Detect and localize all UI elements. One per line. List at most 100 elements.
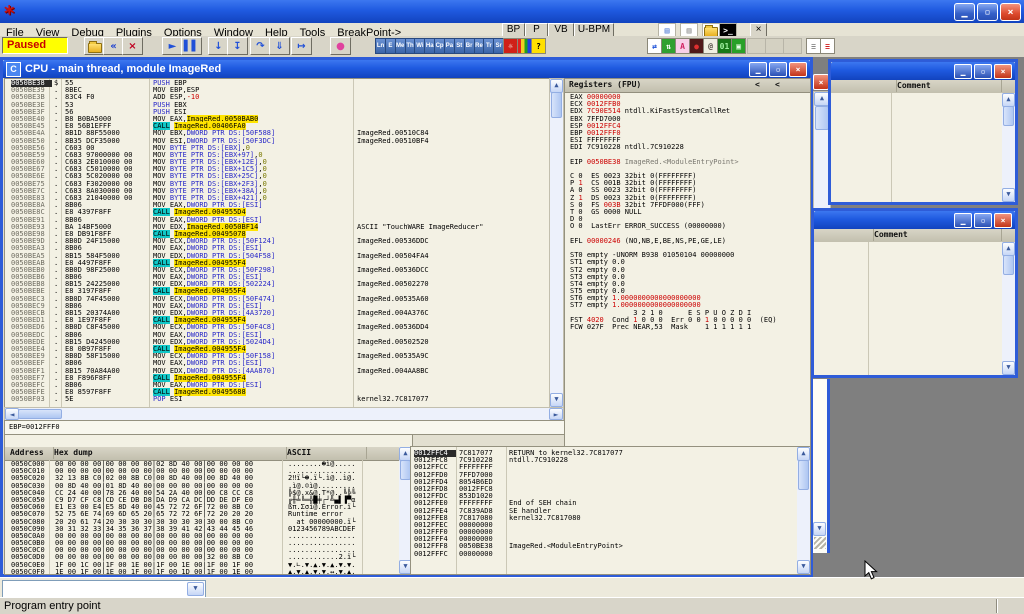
- hexdump-pane[interactable]: Address Hex dump ASCII 0050C00000 00 00 …: [4, 434, 413, 575]
- plugin-button-bp[interactable]: BP: [502, 23, 525, 37]
- scroll-up-icon[interactable]: ▲: [1002, 93, 1015, 107]
- close-button[interactable]: ×: [994, 64, 1012, 79]
- plugin-button-u-bpm[interactable]: U-BPM: [574, 23, 614, 37]
- breakpoint-flag-icon[interactable]: ●: [330, 37, 351, 55]
- window-frame-icon[interactable]: ▣: [731, 38, 746, 54]
- close-button[interactable]: ×: [994, 213, 1012, 228]
- disasm-row[interactable]: 0050BE8C.E8 4397F8FFCALL ImageRed.004955…: [5, 209, 549, 216]
- scroll-up-icon[interactable]: ▲: [797, 447, 810, 461]
- empty-slot-icon[interactable]: [765, 38, 784, 54]
- disasm-row[interactable]: 0050BEFE.E8 8597F8FFCALL ImageRed.004956…: [5, 389, 549, 396]
- restore-button[interactable]: ▫: [977, 3, 998, 21]
- scroll-thumb[interactable]: [815, 106, 829, 130]
- register-line[interactable]: T 0 GS 0000 NULL: [570, 209, 810, 216]
- disasm-row[interactable]: 0050BEE9.8B0D 58F15000MOV ECX,DWORD PTR …: [5, 353, 549, 360]
- execute-till-return-icon[interactable]: ↦: [291, 37, 312, 55]
- log-icon[interactable]: ▥: [680, 23, 698, 37]
- minimize-button[interactable]: ▁: [954, 3, 975, 21]
- register-line[interactable]: EDI 7C910228 ntdll.7C910228: [570, 144, 810, 151]
- animate-over-icon[interactable]: ⇓: [269, 37, 290, 55]
- empty-slot-icon[interactable]: [783, 38, 802, 54]
- scroll-down-icon[interactable]: ▼: [1002, 361, 1015, 375]
- disasm-row[interactable]: 0050BEF7.E8 F896F8FFCALL ImageRed.004955…: [5, 375, 549, 382]
- side-window-top[interactable]: ▁ ▫ × Comment ▲ ▼: [828, 59, 1018, 205]
- gear-icon[interactable]: ☼: [503, 38, 518, 54]
- stack-pane[interactable]: 0012FFC47C817077RETURN to kernel32.7C817…: [410, 446, 811, 575]
- pause-icon[interactable]: ▌▌: [181, 37, 202, 55]
- scroll-thumb[interactable]: [18, 409, 62, 419]
- hexdump-headers[interactable]: Address Hex dump ASCII: [5, 447, 412, 461]
- maximize-button[interactable]: ▫: [974, 213, 992, 228]
- register-line[interactable]: O 0 LastErr ERROR_SUCCESS (00000000): [570, 223, 810, 230]
- scroll-thumb[interactable]: [551, 92, 562, 118]
- maximize-button[interactable]: ▫: [769, 62, 787, 77]
- hardware-break-icon[interactable]: ●: [689, 38, 704, 54]
- stack-row[interactable]: 0012FFFC00000000: [411, 551, 797, 558]
- restart-back-icon[interactable]: «: [103, 37, 124, 55]
- nav-left-icon[interactable]: <: [755, 79, 760, 91]
- help-icon[interactable]: ?: [531, 38, 546, 54]
- stack-scrollbar[interactable]: ▲ ▼: [797, 447, 810, 574]
- open-file-icon[interactable]: [84, 37, 105, 55]
- page-icon[interactable]: ≡: [806, 38, 821, 54]
- disasm-row[interactable]: 0050BED6.8B0D C8F45000MOV ECX,DWORD PTR …: [5, 324, 549, 331]
- command-input[interactable]: ▼: [2, 580, 206, 598]
- cpu-window[interactable]: C CPU - main thread, module ImageRed ▁ ▫…: [0, 57, 813, 577]
- assembler-icon[interactable]: A: [675, 38, 690, 54]
- side-window-middle-scrollbar[interactable]: ▲ ▼: [1002, 242, 1015, 375]
- register-line[interactable]: EFL 00000246 (NO,NB,E,BE,NS,PE,GE,LE): [570, 238, 810, 245]
- plugin-button-p[interactable]: P: [525, 23, 548, 37]
- disasm-row[interactable]: 0050BE9D.8B0D 24F15000MOV ECX,DWORD PTR …: [5, 238, 549, 245]
- maximize-button[interactable]: ▫: [974, 64, 992, 79]
- disasm-row[interactable]: 0050BF03.5EPOP ESIkernel32.7C817077: [5, 396, 549, 403]
- disasm-row[interactable]: 0050BE3B.83C4 F0ADD ESP,-10: [5, 94, 549, 101]
- disasm-row[interactable]: 0050BEC3.8B0D 74F45000MOV ECX,DWORD PTR …: [5, 296, 549, 303]
- disassembly-hscrollbar[interactable]: ◄ ►: [4, 407, 564, 421]
- disasm-row[interactable]: 0050BE3E.53PUSH EBX: [5, 102, 549, 109]
- side-window-middle-titlebar[interactable]: ▁ ▫ ×: [814, 211, 1015, 229]
- close-process-icon[interactable]: ×: [122, 37, 143, 55]
- cpu-window-titlebar[interactable]: C CPU - main thread, module ImageRed ▁ ▫…: [3, 60, 810, 78]
- sync-icon[interactable]: ⇅: [661, 38, 676, 54]
- scroll-down-icon[interactable]: ▼: [813, 522, 826, 536]
- notes-icon[interactable]: ▤: [658, 23, 676, 37]
- plugin-button-vb[interactable]: VB: [548, 23, 574, 37]
- close-button[interactable]: ×: [1000, 3, 1021, 21]
- disasm-row[interactable]: 0050BE38$55PUSH EBP: [5, 80, 549, 87]
- disasm-row[interactable]: 0050BEB0.8B0D 98F25000MOV ECX,DWORD PTR …: [5, 267, 549, 274]
- hidden-window-close-button[interactable]: ×: [813, 74, 829, 90]
- disassembly-vscrollbar[interactable]: ▲ ▼: [549, 78, 564, 408]
- appearance-icon[interactable]: [517, 38, 532, 54]
- close-button[interactable]: ×: [789, 62, 807, 77]
- registers-pane[interactable]: Registers (FPU) < < EAX 00000000ECX 0012…: [564, 78, 811, 448]
- scroll-up-icon[interactable]: ▲: [1002, 242, 1015, 256]
- toolbar-close-button[interactable]: ×: [750, 23, 767, 37]
- hexdump-row[interactable]: 0050C0F01E 00 1F 00|1E 00 1F 00|1F 00 1D…: [5, 569, 412, 575]
- column-headers[interactable]: Comment: [831, 80, 1015, 94]
- minimize-button[interactable]: ▁: [954, 213, 972, 228]
- empty-slot-icon[interactable]: [747, 38, 766, 54]
- scroll-down-icon[interactable]: ▼: [550, 393, 563, 407]
- disasm-row[interactable]: 0050BE83.C683 21040000 00MOV BYTE PTR DS…: [5, 195, 549, 202]
- register-line[interactable]: EIP 0050BE38 ImageRed.<ModuleEntryPoint>: [570, 159, 810, 166]
- minimize-button[interactable]: ▁: [749, 62, 767, 77]
- nav-left-icon[interactable]: <: [775, 79, 780, 91]
- scroll-down-icon[interactable]: ▼: [797, 560, 810, 574]
- swap-panes-icon[interactable]: ⇄: [647, 38, 662, 54]
- scroll-down-icon[interactable]: ▼: [1002, 188, 1015, 202]
- side-window-middle[interactable]: ▁ ▫ × Comment ▲ ▼: [811, 208, 1018, 378]
- patch-page-icon[interactable]: ≡: [820, 38, 835, 54]
- console-icon[interactable]: >_: [719, 23, 737, 37]
- register-line[interactable]: FCW 027F Prec NEAR,53 Mask 1 1 1 1 1 1: [570, 324, 810, 331]
- dropdown-icon[interactable]: ▼: [187, 582, 204, 596]
- column-headers[interactable]: Comment: [814, 229, 1015, 243]
- scroll-thumb[interactable]: [1003, 255, 1014, 275]
- animate-into-icon[interactable]: ↧: [227, 37, 248, 55]
- folder-icon[interactable]: [702, 23, 720, 37]
- scroll-up-icon[interactable]: ▲: [550, 79, 563, 93]
- scroll-left-icon[interactable]: ◄: [5, 408, 19, 420]
- step-over-icon[interactable]: ↷: [250, 37, 271, 55]
- resize-grip[interactable]: [814, 537, 826, 549]
- run-icon[interactable]: ►: [162, 37, 183, 55]
- titlebar[interactable]: * ▁ ▫ ×: [0, 0, 1024, 23]
